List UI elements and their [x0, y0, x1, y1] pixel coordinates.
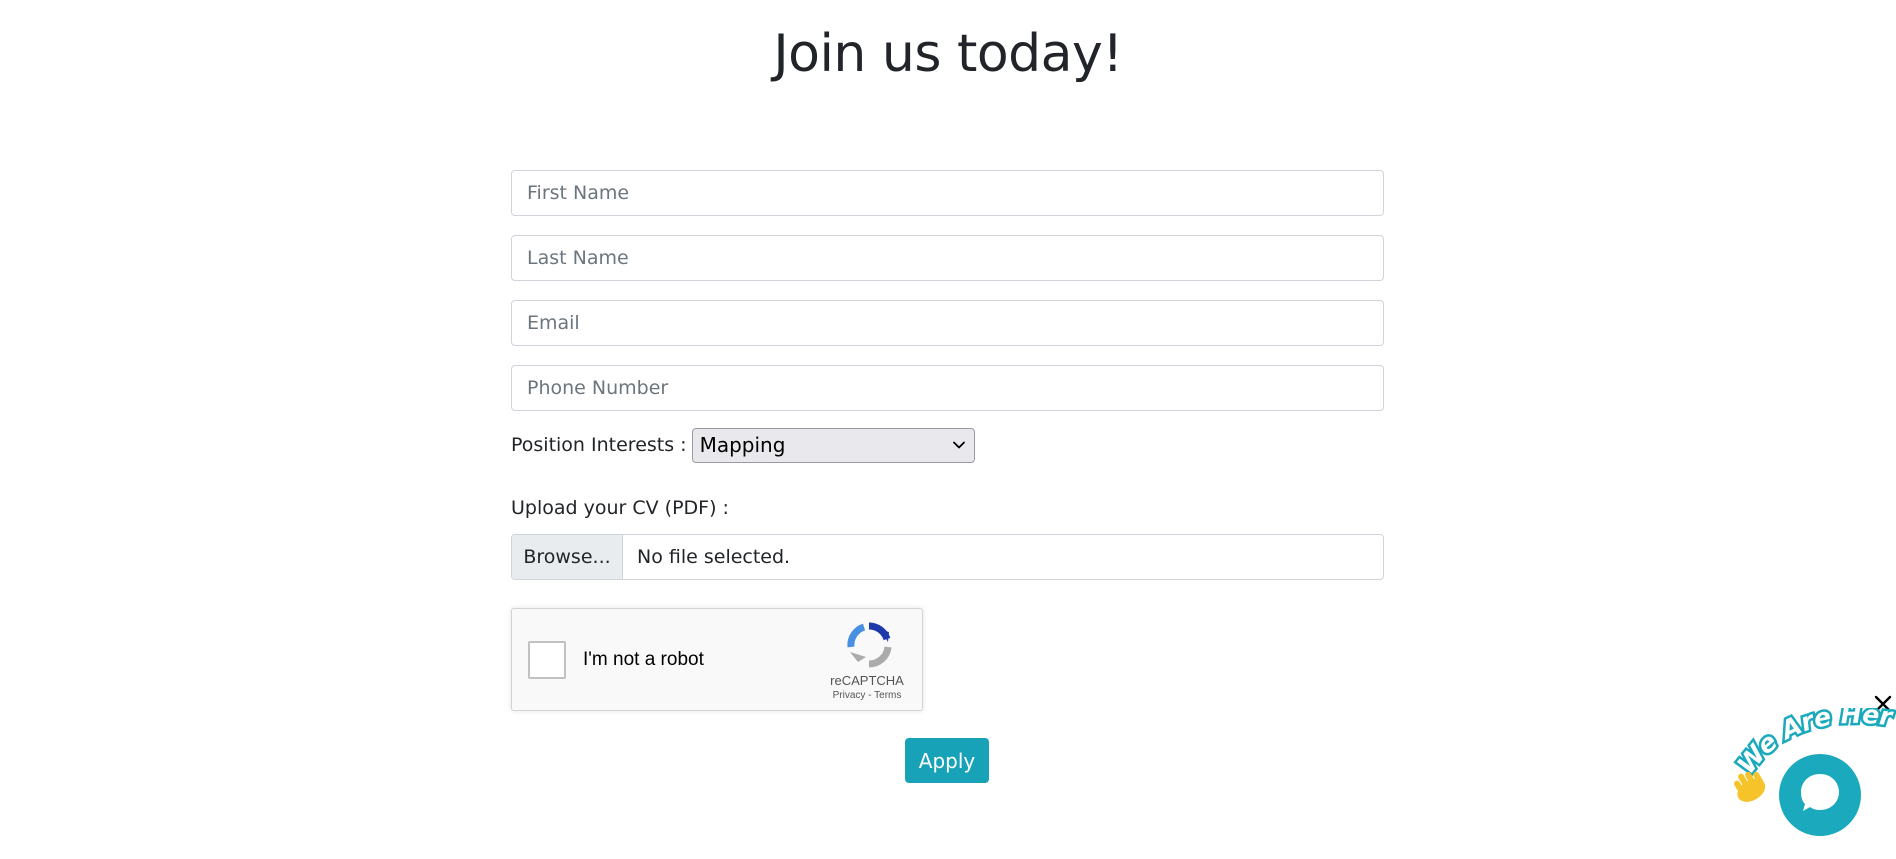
position-select-value: Mapping [699, 433, 786, 457]
recaptcha-logo-icon [846, 622, 892, 668]
position-interests-row: Position Interests : Mapping [511, 427, 1384, 463]
cv-upload-label: Upload your CV (PDF) : [511, 497, 729, 519]
recaptcha-checkbox[interactable] [528, 641, 566, 679]
phone-number-input[interactable] [511, 365, 1384, 411]
cv-file-input[interactable]: Browse... No file selected. [511, 534, 1384, 580]
recaptcha-links: Privacy - Terms [812, 690, 922, 701]
recaptcha-widget: I'm not a robot reCAPTCHA Privacy - Term… [511, 608, 923, 711]
chevron-down-icon [951, 437, 967, 453]
recaptcha-label: I'm not a robot [583, 649, 704, 670]
application-form: Position Interests : Mapping Upload your… [511, 170, 1384, 711]
position-interests-select[interactable]: Mapping [691, 427, 975, 463]
last-name-input[interactable] [511, 235, 1384, 281]
recaptcha-brand: reCAPTCHA [830, 673, 904, 688]
recaptcha-terms-link[interactable]: Terms [874, 690, 901, 701]
email-input[interactable] [511, 300, 1384, 346]
browse-button[interactable]: Browse... [512, 535, 623, 579]
chat-bubble-icon [1798, 771, 1842, 819]
position-interests-label: Position Interests : [511, 434, 687, 456]
recaptcha-privacy-link[interactable]: Privacy [833, 690, 866, 701]
first-name-input[interactable] [511, 170, 1384, 216]
file-status-text: No file selected. [637, 546, 791, 568]
apply-button[interactable]: Apply [905, 738, 989, 783]
chat-launcher-button[interactable] [1779, 754, 1861, 836]
recaptcha-link-separator: - [865, 690, 875, 701]
page-title: Join us today! [773, 24, 1123, 84]
